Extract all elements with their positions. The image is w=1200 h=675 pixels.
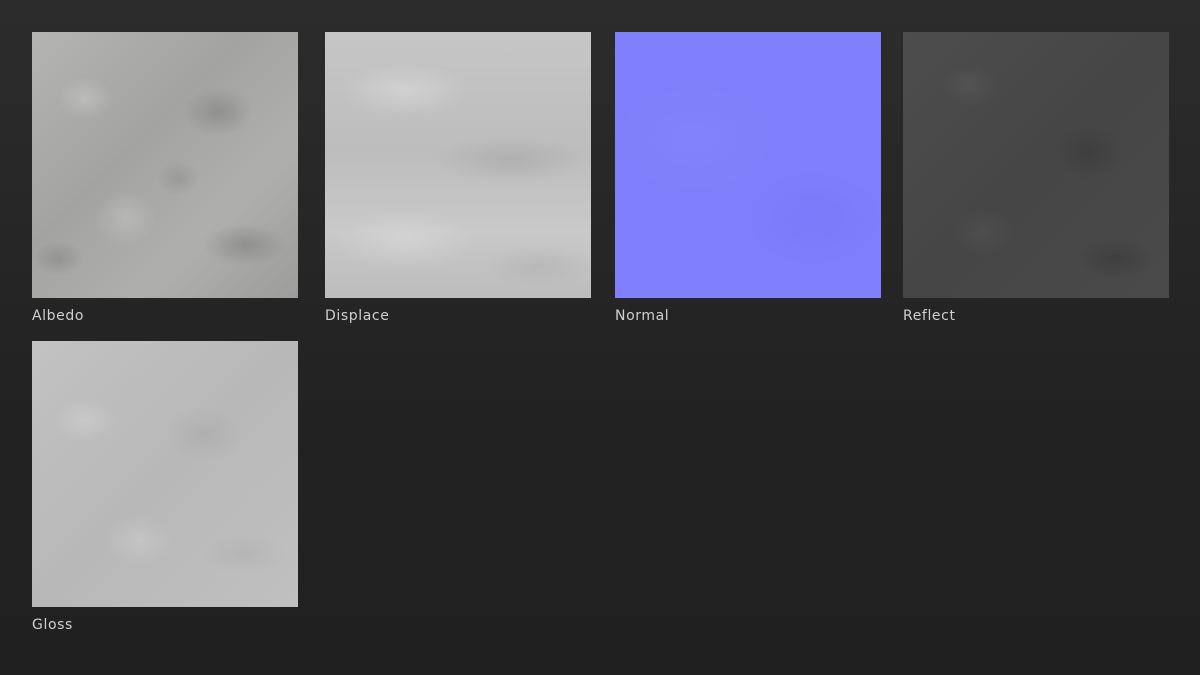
- texture-tile-reflect[interactable]: Reflect: [903, 32, 1169, 324]
- texture-label-gloss: Gloss: [32, 617, 73, 633]
- texture-tile-displace[interactable]: Displace: [325, 32, 591, 324]
- displacement-texture-thumbnail[interactable]: [325, 32, 591, 298]
- texture-tile-gloss[interactable]: Gloss: [32, 341, 298, 633]
- texture-label-normal: Normal: [615, 308, 670, 324]
- texture-label-displace: Displace: [325, 308, 390, 324]
- texture-map-grid: Albedo Displace Normal Reflect Gloss: [0, 0, 1200, 675]
- texture-label-reflect: Reflect: [903, 308, 956, 324]
- reflection-texture-thumbnail[interactable]: [903, 32, 1169, 298]
- albedo-texture-thumbnail[interactable]: [32, 32, 298, 298]
- texture-label-albedo: Albedo: [32, 308, 85, 324]
- texture-tile-normal[interactable]: Normal: [615, 32, 881, 324]
- normal-map-texture-thumbnail[interactable]: [615, 32, 881, 298]
- texture-tile-albedo[interactable]: Albedo: [32, 32, 298, 324]
- gloss-texture-thumbnail[interactable]: [32, 341, 298, 607]
